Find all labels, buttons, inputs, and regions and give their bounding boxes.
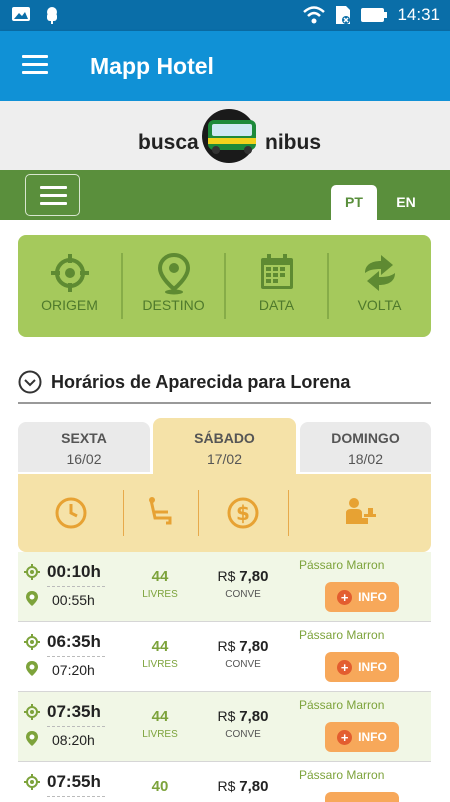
tab-date-label: 17/02	[206, 451, 243, 467]
volta-button[interactable]: VOLTA	[328, 235, 431, 337]
departure-time: 06:35h	[47, 632, 101, 651]
logo-banner: busca nibus	[0, 101, 450, 170]
price: R$ 7,80	[217, 708, 269, 725]
info-button[interactable]: + INFO	[325, 582, 399, 612]
tab-sexta[interactable]: SEXTA 16/02	[18, 422, 150, 472]
seats-label: LIVRES	[142, 659, 178, 670]
trip-row[interactable]: 06:35h 07:20h 44 LIVRES R$ 7,80 CONVE Pá…	[18, 622, 431, 692]
company-agent-icon	[345, 498, 376, 524]
lang-tab-pt[interactable]: PT	[331, 185, 377, 220]
departure-time: 07:35h	[47, 702, 101, 721]
chevron-down-icon	[18, 370, 42, 394]
trip-row[interactable]: 07:35h 08:20h 44 LIVRES R$ 7,80 CONVE Pá…	[18, 692, 431, 762]
info-button[interactable]: + INFO	[325, 722, 399, 752]
price: R$ 7,80	[217, 568, 269, 585]
price: R$ 7,80	[217, 778, 269, 795]
plus-icon: +	[337, 589, 353, 605]
logo-word-busca: busca	[138, 131, 199, 154]
svg-text:$: $	[236, 501, 250, 525]
data-button[interactable]: DATA	[225, 235, 328, 337]
battery-icon	[361, 8, 388, 22]
tab-date-label: 18/02	[347, 451, 384, 467]
origin-crosshair-icon	[24, 634, 40, 650]
seats-count: 44	[151, 638, 169, 655]
bus-logo-icon	[202, 109, 256, 163]
company-name: Pássaro Marron	[299, 628, 385, 642]
info-button[interactable]: + INFO	[325, 652, 399, 682]
return-arrows-icon	[364, 255, 395, 291]
seats-label: LIVRES	[142, 589, 178, 600]
trip-row[interactable]: 07:55h 40 R$ 7,80 Pássaro Marron	[18, 762, 431, 802]
status-bar: 14:31	[0, 0, 450, 31]
origem-button[interactable]: ORIGEM	[18, 235, 121, 337]
seats-count: 44	[151, 568, 169, 585]
clock-icon	[55, 497, 86, 529]
tab-domingo[interactable]: DOMINGO 18/02	[300, 422, 431, 472]
calendar-icon	[260, 254, 293, 289]
arrival-time: 07:20h	[52, 662, 95, 678]
clock: 14:31	[397, 5, 440, 24]
data-label: DATA	[258, 297, 295, 313]
crosshair-icon	[50, 254, 89, 292]
android-debug-icon	[47, 7, 57, 24]
app-bar: Mapp Hotel	[0, 31, 450, 101]
tab-sabado[interactable]: SÁBADO 17/02	[153, 418, 296, 474]
company-name: Pássaro Marron	[299, 558, 385, 572]
trip-row[interactable]: 00:10h 00:55h 44 LIVRES R$ 7,80 CONVE Pá…	[18, 552, 431, 622]
tab-date-label: 16/02	[66, 451, 102, 467]
destination-pin-icon	[26, 591, 38, 606]
map-pin-icon	[157, 253, 190, 295]
departure-time: 00:10h	[47, 562, 101, 581]
departure-time: 07:55h	[47, 772, 101, 791]
logo-word-nibus: nibus	[265, 131, 321, 154]
origin-crosshair-icon	[24, 704, 40, 720]
class-label: CONVE	[225, 589, 261, 600]
seat-icon	[148, 497, 171, 525]
sim-missing-icon	[336, 6, 351, 24]
seats-label: LIVRES	[142, 729, 178, 740]
destino-label: DESTINO	[142, 297, 205, 313]
section-title: Horários de Aparecida para Lorena	[51, 372, 351, 392]
origin-crosshair-icon	[24, 774, 40, 790]
seats-count: 40	[151, 778, 169, 795]
plus-icon: +	[337, 659, 353, 675]
class-label: CONVE	[225, 659, 261, 670]
destino-button[interactable]: DESTINO	[122, 235, 225, 337]
tab-day-label: SÁBADO	[194, 430, 255, 446]
destination-pin-icon	[26, 661, 38, 676]
search-panel: ORIGEM DESTINO DATA VOLTA	[18, 235, 431, 337]
company-name: Pássaro Marron	[299, 698, 385, 712]
nav-menu-button[interactable]	[25, 174, 80, 216]
dollar-icon: $	[227, 497, 259, 529]
arrival-time: 00:55h	[52, 592, 95, 608]
gallery-icon	[12, 7, 30, 21]
info-button[interactable]	[325, 792, 399, 802]
destination-pin-icon	[26, 731, 38, 746]
plus-icon: +	[337, 729, 353, 745]
app-title: Mapp Hotel	[90, 53, 214, 79]
volta-label: VOLTA	[357, 297, 402, 313]
arrival-time: 08:20h	[52, 732, 95, 748]
wifi-icon	[303, 6, 326, 24]
origem-label: ORIGEM	[41, 297, 98, 313]
origin-crosshair-icon	[24, 564, 40, 580]
company-name: Pássaro Marron	[299, 768, 385, 782]
lang-tab-en[interactable]: EN	[384, 185, 428, 220]
seats-count: 44	[151, 708, 169, 725]
price: R$ 7,80	[217, 638, 269, 655]
tab-day-label: DOMINGO	[331, 430, 400, 446]
class-label: CONVE	[225, 729, 261, 740]
column-header: $	[18, 474, 431, 552]
nav-bar: PT EN	[0, 170, 450, 220]
menu-icon[interactable]	[22, 55, 48, 75]
section-header[interactable]: Horários de Aparecida para Lorena	[18, 368, 431, 404]
tab-day-label: SEXTA	[61, 430, 107, 446]
